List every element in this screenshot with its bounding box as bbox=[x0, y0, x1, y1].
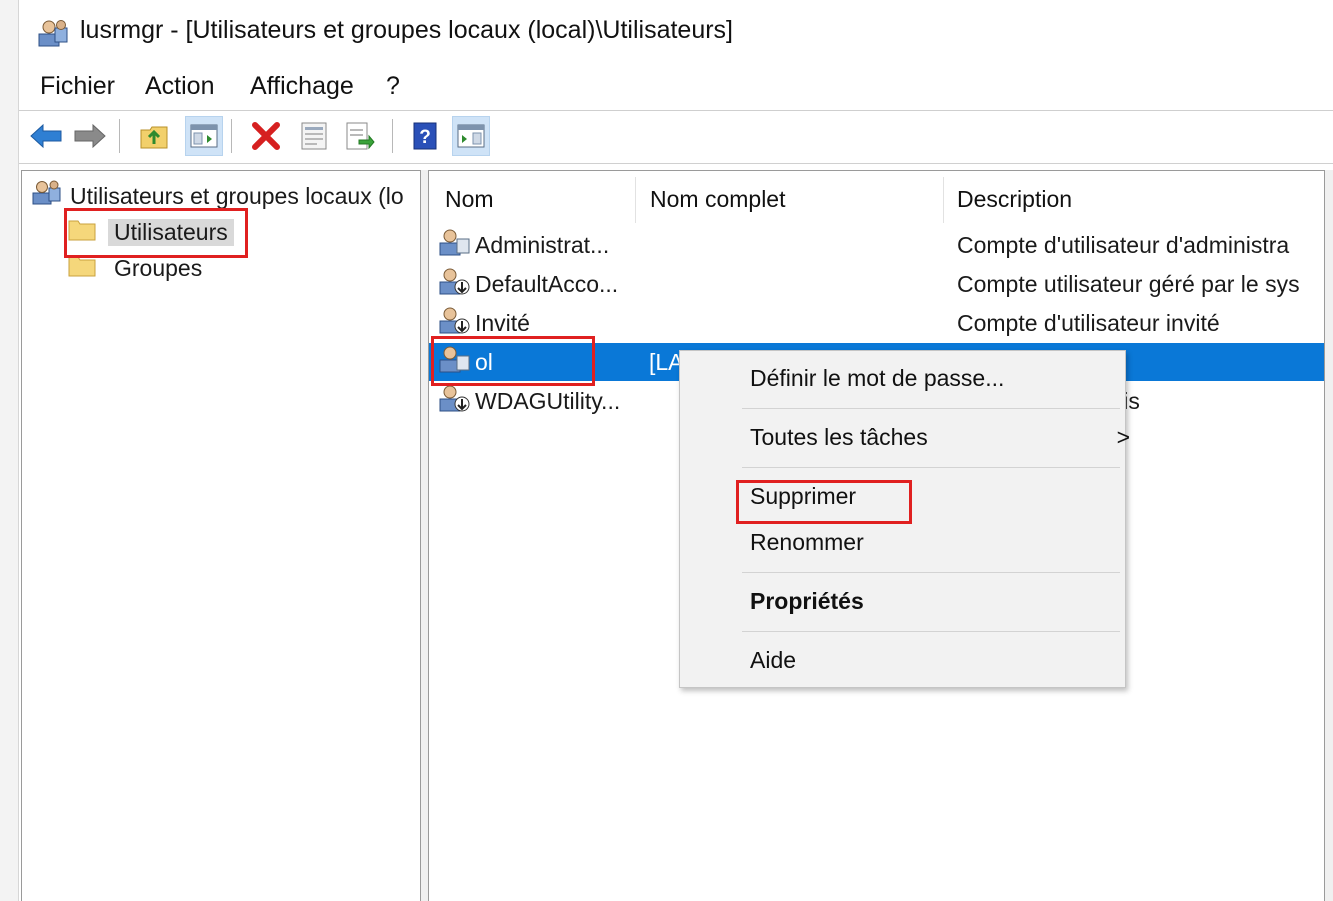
full-name-cell bbox=[649, 226, 949, 264]
user-name: WDAGUtility... bbox=[475, 387, 621, 414]
show-action-pane-icon[interactable] bbox=[452, 116, 490, 156]
name-cell: WDAGUtility... bbox=[439, 382, 639, 420]
local-users-groups-icon bbox=[32, 179, 62, 213]
forward-arrow-icon[interactable] bbox=[71, 116, 109, 156]
menu-item-properties[interactable]: Propriétés bbox=[750, 588, 864, 615]
tree-node-label: Groupes bbox=[114, 254, 203, 281]
menu-item-all-tasks[interactable]: Toutes les tâches > bbox=[750, 424, 1130, 451]
menu-item-set-password[interactable]: Définir le mot de passe... bbox=[750, 365, 1004, 392]
toolbar-separator bbox=[231, 119, 232, 153]
highlight-box-utilisateurs bbox=[64, 208, 248, 258]
description-cell: Compte d'utilisateur d'administra bbox=[957, 231, 1290, 258]
tree-root-label: Utilisateurs et groupes locaux (lo bbox=[70, 182, 404, 209]
user-name: DefaultAcco... bbox=[475, 270, 619, 297]
column-header-nom-complet[interactable]: Nom complet bbox=[650, 171, 785, 227]
menu-help[interactable]: ? bbox=[386, 72, 400, 101]
svg-text:?: ? bbox=[419, 127, 431, 148]
user-icon bbox=[439, 227, 471, 263]
users-app-icon bbox=[37, 18, 69, 48]
help-icon[interactable]: ? bbox=[406, 116, 444, 156]
menu-action[interactable]: Action bbox=[145, 72, 214, 101]
column-header-description[interactable]: Description bbox=[957, 171, 1072, 227]
highlight-box-selected-user bbox=[431, 336, 595, 386]
toolbar-separator bbox=[392, 119, 393, 153]
description-cell: Compte d'utilisateur invité bbox=[957, 309, 1220, 336]
table-row[interactable]: Administrat... Compte d'utilisateur d'ad… bbox=[429, 226, 1324, 264]
window-right-edge bbox=[1325, 170, 1333, 901]
menu-fichier[interactable]: Fichier bbox=[40, 72, 115, 101]
menu-separator bbox=[742, 631, 1120, 632]
menu-separator bbox=[742, 467, 1120, 468]
menu-separator bbox=[742, 408, 1120, 409]
properties-icon[interactable] bbox=[295, 116, 333, 156]
menu-separator bbox=[742, 572, 1120, 573]
user-name: Administrat... bbox=[475, 231, 610, 258]
full-name-cell bbox=[649, 304, 949, 342]
menu-item-help[interactable]: Aide bbox=[750, 647, 796, 674]
pane-splitter[interactable] bbox=[421, 170, 428, 901]
column-divider[interactable] bbox=[635, 177, 636, 223]
full-name-cell bbox=[649, 265, 949, 303]
name-cell: DefaultAcco... bbox=[439, 265, 639, 303]
highlight-box-supprimer bbox=[736, 480, 912, 524]
column-header-nom[interactable]: Nom bbox=[445, 171, 494, 227]
name-cell: Administrat... bbox=[439, 226, 639, 264]
tree-pane: Utilisateurs et groupes locaux (lo Utili… bbox=[21, 170, 421, 901]
description-cell: Compte utilisateur géré par le sys bbox=[957, 270, 1300, 297]
up-folder-icon[interactable] bbox=[135, 116, 173, 156]
chevron-right-icon: > bbox=[1116, 424, 1130, 450]
window-title: lusrmgr - [Utilisateurs et groupes locau… bbox=[80, 16, 733, 44]
show-hide-tree-icon[interactable] bbox=[185, 116, 223, 156]
toolbar-separator bbox=[119, 119, 120, 153]
table-row[interactable]: DefaultAcco... Compte utilisateur géré p… bbox=[429, 265, 1324, 303]
menu-item-label: Toutes les tâches bbox=[750, 424, 928, 450]
menu-item-rename[interactable]: Renommer bbox=[750, 529, 864, 556]
back-arrow-icon[interactable] bbox=[27, 116, 65, 156]
export-list-icon[interactable] bbox=[341, 116, 379, 156]
user-disabled-icon bbox=[439, 383, 471, 419]
delete-icon[interactable] bbox=[247, 116, 285, 156]
window-left-edge bbox=[0, 0, 19, 901]
menu-affichage[interactable]: Affichage bbox=[250, 72, 354, 101]
menu-bar: Fichier Action Affichage ? bbox=[19, 64, 1333, 111]
toolbar: ? bbox=[19, 111, 1333, 164]
user-disabled-icon bbox=[439, 266, 471, 302]
user-name: Invité bbox=[475, 309, 530, 336]
column-divider[interactable] bbox=[943, 177, 944, 223]
